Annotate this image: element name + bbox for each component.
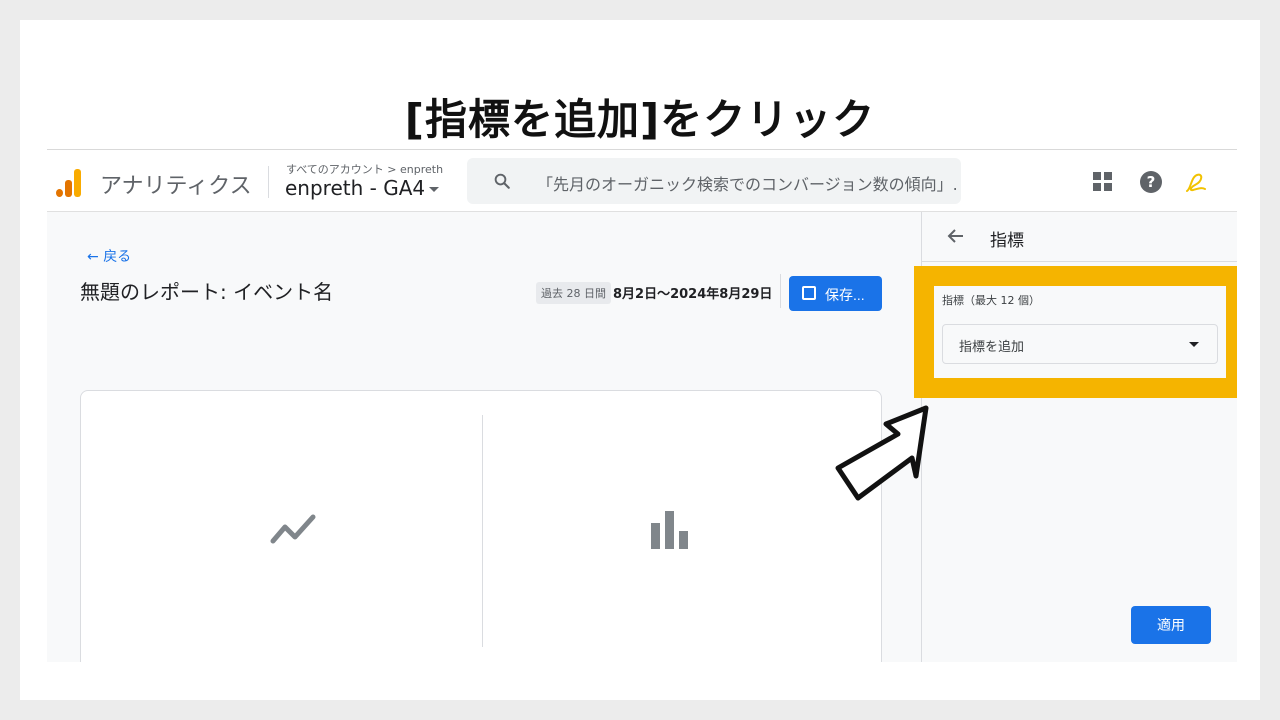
analytics-app: アナリティクス すべてのアカウント > enpreth enpreth - GA… xyxy=(47,150,1237,662)
slide-title: [指標を追加]をクリック xyxy=(404,95,876,144)
save-label: 保存... xyxy=(825,287,865,303)
apply-button[interactable]: 適用 xyxy=(1131,606,1211,644)
ga-logo-icon[interactable] xyxy=(56,167,84,197)
save-button[interactable]: 保存... xyxy=(789,276,882,311)
date-range-text[interactable]: 8月2日～2024年8月29日 xyxy=(613,283,772,302)
report-title: 無題のレポート: イベント名 xyxy=(80,280,334,304)
slide: [指標を追加]をクリック アナリティクス すべてのアカウント > enpreth… xyxy=(20,20,1260,700)
search-icon xyxy=(494,173,510,189)
cursor-arrow-icon xyxy=(835,405,929,501)
bar-chart-icon[interactable] xyxy=(651,509,689,549)
divider xyxy=(482,415,483,647)
user-avatar-icon[interactable] xyxy=(1181,167,1211,197)
date-range-chip[interactable]: 過去 28 日間 xyxy=(536,282,611,304)
top-bar: アナリティクス すべてのアカウント > enpreth enpreth - GA… xyxy=(47,150,1237,212)
dropdown-caret-icon xyxy=(1189,342,1199,347)
brand-name[interactable]: アナリティクス xyxy=(100,168,252,200)
search-input[interactable]: 「先月のオーガニック検索でのコンバージョン数の傾向」... xyxy=(467,158,961,204)
chevron-down-icon xyxy=(429,187,440,192)
line-chart-icon[interactable] xyxy=(269,511,317,547)
metric-label: 指標（最大 12 個） xyxy=(942,294,1040,307)
panel-title: 指標 xyxy=(990,231,1024,251)
visualization-canvas xyxy=(80,390,882,662)
add-metric-label: 指標を追加 xyxy=(959,340,1025,355)
save-icon xyxy=(802,286,816,300)
panel-header: 指標 xyxy=(922,212,1237,262)
back-label: 戻る xyxy=(103,249,132,265)
breadcrumb[interactable]: すべてのアカウント > enpreth xyxy=(286,161,443,177)
divider xyxy=(268,166,269,198)
metrics-panel: 指標 指標（最大 12 個） 指標を追加 適用 xyxy=(914,212,1237,662)
divider xyxy=(780,274,781,308)
apps-grid-icon[interactable] xyxy=(1093,172,1113,192)
help-icon[interactable]: ? xyxy=(1140,171,1162,193)
back-arrow-icon[interactable] xyxy=(946,226,966,246)
account-picker[interactable]: enpreth - GA4 xyxy=(285,176,440,200)
account-name: enpreth - GA4 xyxy=(285,176,426,200)
search-placeholder: 「先月のオーガニック検索でのコンバージョン数の傾向」... xyxy=(537,175,957,194)
add-metric-dropdown[interactable]: 指標を追加 xyxy=(942,324,1218,364)
back-link[interactable]: ← 戻る xyxy=(87,246,131,266)
